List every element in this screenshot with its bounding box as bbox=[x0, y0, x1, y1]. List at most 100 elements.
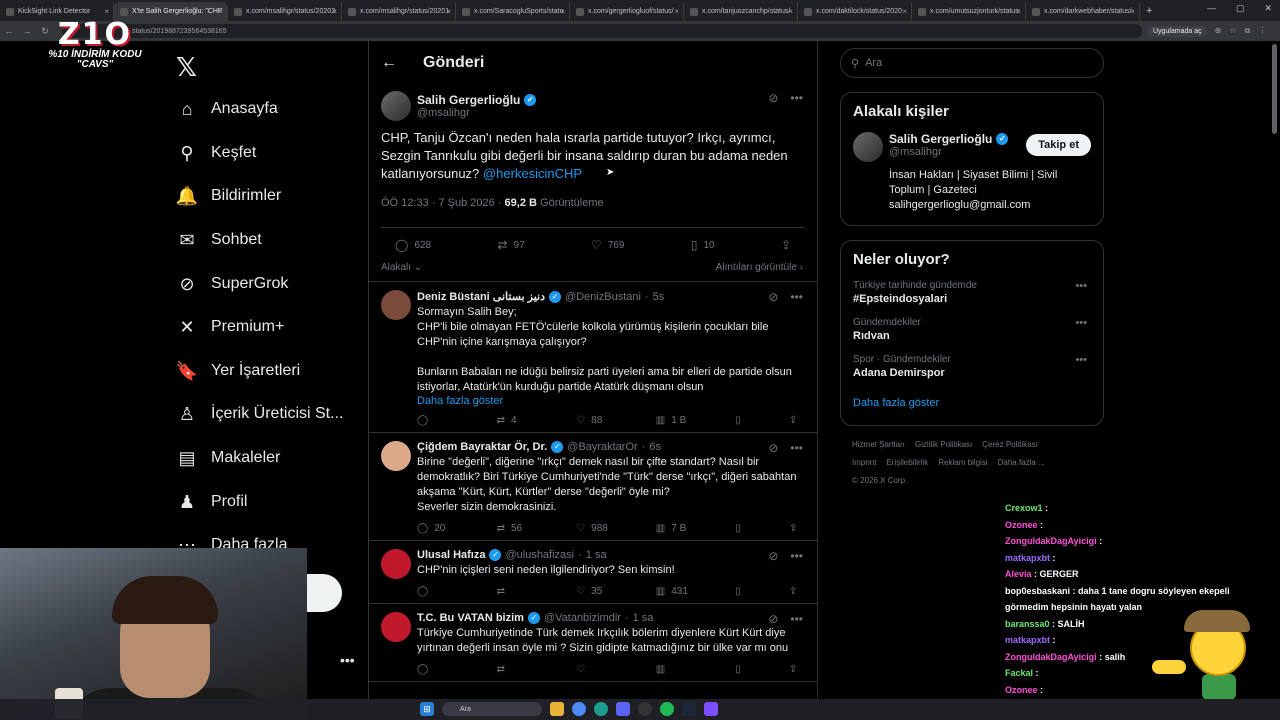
show-more-link[interactable]: Daha fazla göster bbox=[417, 395, 805, 407]
avatar[interactable] bbox=[381, 441, 411, 471]
chat-username[interactable]: Alevia bbox=[1005, 569, 1032, 579]
chat-username[interactable]: baranssa0 bbox=[1005, 619, 1050, 629]
app-icon[interactable] bbox=[704, 702, 718, 716]
tab-close-icon[interactable]: × bbox=[1130, 7, 1135, 16]
repost-button[interactable]: ⇄ bbox=[497, 586, 537, 597]
repost-button[interactable]: ⇄ 4 bbox=[497, 415, 537, 426]
bookmark-button[interactable]: ▯ bbox=[735, 586, 749, 597]
reply-button[interactable]: ◯ bbox=[417, 664, 457, 675]
back-nav-icon[interactable]: ← bbox=[0, 26, 18, 36]
more-options-icon[interactable]: ••• bbox=[790, 290, 803, 304]
chat-username[interactable]: bop0esbaskani bbox=[1005, 586, 1070, 596]
share-button[interactable]: ⇪ bbox=[789, 586, 803, 597]
reply-tweet[interactable]: ⊘ ••• T.C. Bu VATAN bizim ✓ @Vatanbizimdi… bbox=[369, 604, 817, 682]
windows-start-icon[interactable]: ⊞ bbox=[420, 702, 434, 716]
taskbar-search[interactable]: Ara bbox=[442, 702, 542, 716]
show-more-link[interactable]: Daha fazla göster bbox=[853, 397, 1091, 409]
footer-link[interactable]: Reklam bilgisi bbox=[938, 458, 987, 467]
chat-username[interactable]: Ozonee bbox=[1005, 520, 1038, 530]
bookmark-button[interactable]: ▯ bbox=[735, 664, 749, 675]
reply-button[interactable]: ◯ 628 bbox=[395, 238, 431, 252]
more-options-icon[interactable]: ••• bbox=[1075, 317, 1087, 329]
chrome-icon[interactable] bbox=[572, 702, 586, 716]
like-button[interactable]: ♡ 769 bbox=[591, 238, 624, 252]
tab-close-icon[interactable]: × bbox=[788, 7, 793, 16]
author-name[interactable]: Ulusal Hafıza bbox=[417, 549, 485, 561]
chat-username[interactable]: ZonguldakDagAyicigi bbox=[1005, 652, 1097, 662]
tab-close-icon[interactable]: × bbox=[560, 7, 565, 16]
nav-item-home[interactable]: ⌂ Anasayfa bbox=[176, 94, 278, 124]
view-quotes-link[interactable]: Alıntıları görüntüle › bbox=[716, 262, 803, 273]
browser-tab[interactable]: x.com/gergerliogluof/status/× bbox=[570, 2, 684, 21]
share-button[interactable]: ⇪ bbox=[781, 238, 791, 252]
nav-item-profile[interactable]: ♟ Profil bbox=[176, 487, 248, 517]
like-button[interactable]: ♡ bbox=[576, 664, 616, 675]
reply-button[interactable]: ◯ 20 bbox=[417, 523, 457, 534]
browser-tab[interactable]: x.com/umutsuzjonturk/status × bbox=[912, 2, 1026, 21]
share-button[interactable]: ⇪ bbox=[789, 523, 803, 534]
views-button[interactable]: ▥ bbox=[656, 664, 696, 675]
bookmark-button[interactable]: ▯ bbox=[735, 523, 749, 534]
author-handle[interactable]: @BayraktarOr bbox=[567, 441, 637, 453]
grok-icon[interactable]: ⊘ bbox=[768, 612, 778, 626]
footer-link[interactable]: Erişilebilirlik bbox=[886, 458, 928, 467]
reply-tweet[interactable]: ⊘ ••• Ulusal Hafıza ✓ @ulushafizasi · 1 s… bbox=[369, 541, 817, 604]
person-handle[interactable]: @msalihgr bbox=[889, 146, 1008, 158]
steam-icon[interactable] bbox=[682, 702, 696, 716]
like-button[interactable]: ♡ 35 bbox=[576, 586, 616, 597]
nav-item-creator[interactable]: ♙ İçerik Üreticisi St... bbox=[176, 399, 344, 429]
more-options-icon[interactable]: ••• bbox=[1075, 280, 1087, 292]
nav-item-bell[interactable]: 🔔 Bildirimler bbox=[176, 181, 281, 211]
tweet-time[interactable]: 1 sa bbox=[586, 549, 607, 561]
repost-button[interactable]: ⇄ 97 bbox=[497, 238, 524, 252]
browser-tab[interactable]: x.com/daktilock/status/2020 × bbox=[798, 2, 912, 21]
tab-close-icon[interactable]: × bbox=[1016, 7, 1021, 16]
more-options-icon[interactable]: ••• bbox=[790, 441, 803, 455]
nav-item-mail[interactable]: ✉ Sohbet bbox=[176, 225, 261, 255]
back-arrow-icon[interactable]: ← bbox=[381, 54, 411, 72]
tab-close-icon[interactable]: × bbox=[332, 7, 337, 16]
scrollbar[interactable] bbox=[1272, 44, 1277, 134]
file-explorer-icon[interactable] bbox=[550, 702, 564, 716]
browser-tab[interactable]: x.com/msalihgr/status/20202 × bbox=[228, 2, 342, 21]
chat-username[interactable]: Fackal bbox=[1005, 668, 1033, 678]
footer-link[interactable]: Gizlilik Politikası bbox=[915, 440, 972, 449]
tab-close-icon[interactable]: × bbox=[104, 7, 109, 16]
nav-item-bookmark[interactable]: 🔖 Yer İşaretleri bbox=[176, 356, 300, 386]
forward-nav-icon[interactable]: → bbox=[18, 26, 36, 36]
search-input[interactable]: ⚲ Ara bbox=[840, 48, 1104, 78]
browser-tab[interactable]: x.com/darkwebhaber/status/× bbox=[1026, 2, 1140, 21]
grok-icon[interactable]: ⊘ bbox=[768, 441, 778, 455]
obs-icon[interactable] bbox=[638, 702, 652, 716]
browser-tab[interactable]: x.com/SaracogluSports/statu × bbox=[456, 2, 570, 21]
browser-tab[interactable]: x.com/msalihgr/status/20201 × bbox=[342, 2, 456, 21]
grok-icon[interactable]: ⊘ bbox=[768, 91, 778, 105]
more-options-icon[interactable]: ••• bbox=[1075, 354, 1087, 366]
spotify-icon[interactable] bbox=[660, 702, 674, 716]
tab-close-icon[interactable]: × bbox=[446, 7, 451, 16]
chat-username[interactable]: ZonguldakDagAyicigi bbox=[1005, 536, 1097, 546]
reply-button[interactable]: ◯ bbox=[417, 586, 457, 597]
menu-icon[interactable]: ⋮ bbox=[1258, 26, 1266, 36]
views-button[interactable]: ▥ 1 B bbox=[656, 415, 696, 426]
share-button[interactable]: ⇪ bbox=[789, 664, 803, 675]
grok-icon[interactable]: ⊘ bbox=[768, 549, 778, 563]
translate-icon[interactable]: ⊕ bbox=[1215, 26, 1222, 36]
tweet-time[interactable]: 6s bbox=[649, 441, 661, 453]
author-handle[interactable]: @msalihgr bbox=[417, 107, 536, 119]
tab-close-icon[interactable]: × bbox=[674, 7, 679, 16]
author-handle[interactable]: @ulushafizasi bbox=[505, 549, 574, 561]
footer-link[interactable]: Hizmet Şartları bbox=[852, 440, 905, 449]
bookmark-button[interactable]: ▯ bbox=[735, 415, 749, 426]
extensions-icon[interactable]: ⧉ bbox=[1245, 26, 1251, 36]
footer-link[interactable]: Daha fazla ... bbox=[998, 458, 1045, 467]
chat-username[interactable]: matkapxbt bbox=[1005, 635, 1050, 645]
nav-item-grok[interactable]: ⊘ SuperGrok bbox=[176, 269, 288, 299]
reply-tweet[interactable]: ⊘ ••• Çiğdem Bayraktar Ör, Dr. ✓ @Bayrakt… bbox=[369, 433, 817, 541]
share-button[interactable]: ⇪ bbox=[789, 415, 803, 426]
more-options-icon[interactable]: ••• bbox=[790, 549, 803, 563]
bookmark-button[interactable]: ▯ 10 bbox=[691, 238, 715, 252]
avatar[interactable] bbox=[381, 290, 411, 320]
edge-icon[interactable] bbox=[594, 702, 608, 716]
avatar[interactable] bbox=[381, 549, 411, 579]
